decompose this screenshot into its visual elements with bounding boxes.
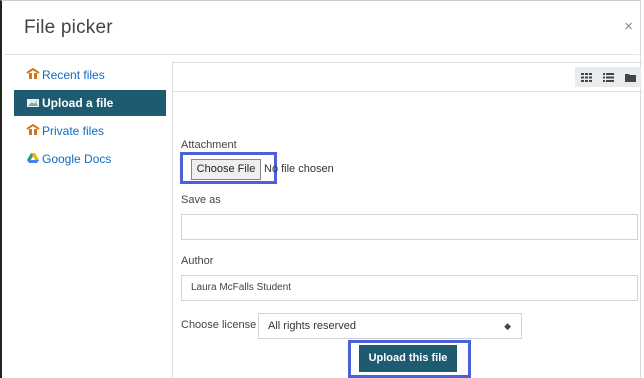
recent-files-icon	[26, 63, 40, 79]
sidebar-item-label: Recent files	[42, 68, 105, 82]
license-selected-value: All rights reserved	[268, 320, 357, 332]
no-file-status: No file chosen	[264, 163, 334, 175]
folder-view-icon[interactable]	[619, 67, 641, 87]
attachment-label: Attachment	[181, 139, 237, 151]
sidebar-item-upload-a-file[interactable]: Upload a file	[14, 90, 166, 116]
close-icon[interactable]: ×	[624, 18, 633, 35]
choose-file-button[interactable]: Choose File	[191, 159, 261, 180]
google-drive-icon	[26, 147, 40, 163]
author-label: Author	[181, 255, 214, 267]
sidebar-item-label: Google Docs	[42, 152, 112, 166]
select-caret-icon: ◆	[504, 321, 511, 331]
upload-this-file-button[interactable]: Upload this file	[359, 345, 457, 372]
upload-icon	[26, 91, 40, 107]
private-files-icon	[26, 119, 40, 135]
view-switcher	[575, 67, 641, 87]
save-as-field[interactable]	[181, 214, 638, 240]
author-field[interactable]: Laura McFalls Student	[181, 275, 638, 301]
save-as-label: Save as	[181, 194, 221, 206]
sidebar-item-label: Upload a file	[42, 96, 114, 110]
sidebar-item-google-docs[interactable]: Google Docs	[14, 146, 166, 172]
dialog-title: File picker	[24, 17, 113, 38]
icons-view-icon[interactable]	[575, 67, 597, 87]
sidebar-item-label: Private files	[42, 124, 105, 138]
list-view-icon[interactable]	[597, 67, 619, 87]
repository-sidebar: Recent files Upload a file Private files…	[2, 54, 168, 378]
dialog-header: File picker ×	[4, 2, 639, 55]
license-label: Choose license	[181, 319, 257, 331]
sidebar-item-private-files[interactable]: Private files	[14, 118, 166, 144]
sidebar-item-recent-files[interactable]: Recent files	[14, 62, 166, 88]
view-toolbar	[173, 63, 643, 92]
license-select[interactable]: All rights reserved ◆	[258, 313, 522, 339]
